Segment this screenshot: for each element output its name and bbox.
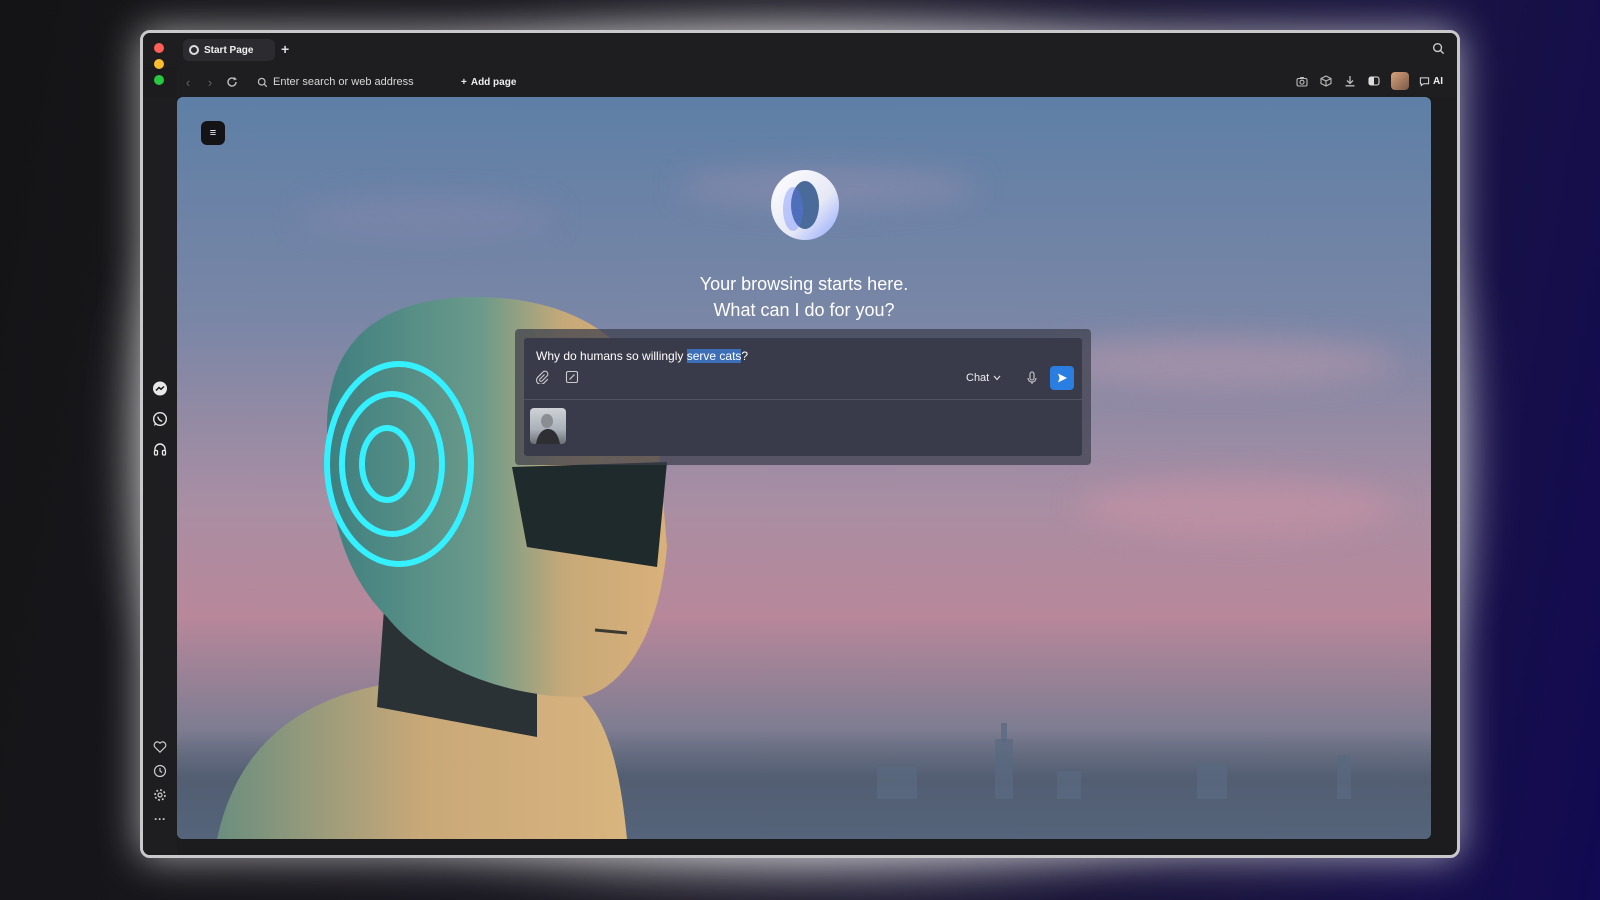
cloud [1037, 337, 1397, 387]
messenger-icon[interactable] [152, 381, 168, 397]
plus-icon: + [461, 76, 467, 88]
toolbar-right: AI [1295, 72, 1443, 90]
music-icon[interactable] [152, 441, 168, 457]
chat-prompt-text[interactable]: Why do humans so willingly serve cats? [536, 349, 748, 363]
start-page: ≡ Your browsing starts here. What can I … [177, 97, 1431, 839]
cloud [1077, 477, 1397, 537]
camera-icon[interactable] [1295, 74, 1309, 88]
building [1337, 755, 1351, 799]
ai-button[interactable]: AI [1419, 76, 1443, 87]
send-icon [1058, 373, 1067, 383]
prompt-end: ? [741, 349, 749, 363]
building [995, 739, 1013, 799]
edit-icon[interactable] [564, 369, 580, 385]
prompt-start: Why do humans so willingly [536, 349, 687, 363]
add-page-button[interactable]: + Add page [461, 77, 516, 88]
chat-mode-label: Chat [966, 372, 990, 384]
opera-logo-icon [771, 170, 839, 240]
download-icon[interactable] [1343, 74, 1357, 88]
headline-line-2: What can I do for you? [713, 300, 895, 320]
reload-icon [227, 77, 237, 87]
building [1001, 723, 1007, 743]
chat-mode-select[interactable]: Chat [966, 372, 1001, 384]
new-tab-button[interactable]: + [281, 41, 289, 57]
microphone-icon[interactable] [1026, 370, 1038, 391]
cube-icon[interactable] [1319, 74, 1333, 88]
settings-icon[interactable] [152, 787, 168, 803]
tab-search-icon[interactable] [1432, 42, 1445, 60]
profile-avatar[interactable] [1391, 72, 1409, 90]
ai-chat-panel: Why do humans so willingly serve cats? C… [515, 329, 1091, 465]
person-figure-icon [536, 414, 560, 444]
send-button[interactable] [1050, 366, 1074, 390]
chat-bubble-icon [1419, 76, 1430, 87]
start-headline: Your browsing starts here. What can I do… [177, 271, 1431, 323]
chevron-down-icon [993, 375, 1001, 381]
close-window-button[interactable] [154, 43, 164, 53]
opera-tab-icon [189, 45, 199, 55]
attach-icon[interactable] [534, 369, 550, 385]
heart-icon[interactable] [152, 739, 168, 755]
minimize-window-button[interactable] [154, 59, 164, 69]
chat-input-box[interactable]: Why do humans so willingly serve cats? C… [524, 338, 1082, 456]
search-icon [257, 77, 268, 87]
tab-bar: Start Page + [143, 33, 1457, 85]
attached-image-thumbnail[interactable] [530, 408, 566, 444]
url-field[interactable]: Enter search or web address [251, 70, 449, 94]
add-page-label: Add page [470, 76, 517, 88]
maximize-window-button[interactable] [154, 75, 164, 85]
whatsapp-icon[interactable] [152, 411, 168, 427]
sidebar: ··· [143, 97, 177, 855]
prompt-selection: serve cats [686, 349, 742, 363]
window-controls [154, 43, 164, 91]
back-button[interactable]: ‹ [177, 71, 199, 93]
tab-title: Start Page [204, 44, 254, 56]
address-bar: ‹ › Enter search or web address + Add pa… [177, 67, 1457, 97]
hamburger-icon[interactable]: ≡ [201, 121, 225, 145]
building [1057, 771, 1081, 799]
browser-window: Start Page + ‹ › Enter search or web add… [140, 30, 1460, 858]
building [1197, 763, 1227, 799]
reload-button[interactable] [221, 71, 243, 93]
theme-toggle-icon[interactable] [1367, 74, 1381, 88]
url-placeholder: Enter search or web address [273, 76, 414, 88]
headline-line-1: Your browsing starts here. [699, 274, 909, 294]
history-icon[interactable] [152, 763, 168, 779]
forward-button[interactable]: › [199, 71, 221, 93]
tab-start-page[interactable]: Start Page [183, 39, 275, 61]
more-icon[interactable]: ··· [152, 811, 168, 827]
chat-divider [524, 399, 1082, 400]
ai-label: AI [1433, 75, 1443, 87]
chat-tools [534, 369, 580, 385]
